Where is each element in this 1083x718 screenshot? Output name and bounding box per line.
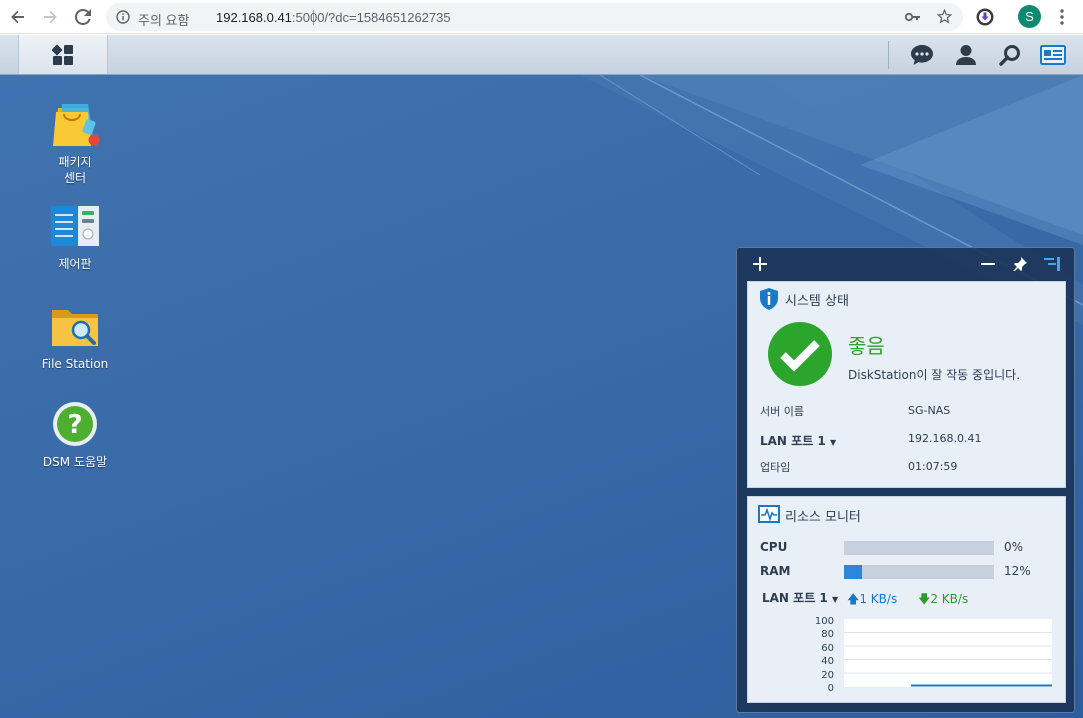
- lan-port-dropdown[interactable]: LAN 포트 1 ▼: [760, 432, 836, 449]
- chat-bubble-icon: [911, 45, 933, 65]
- dsm-taskbar: [0, 35, 1083, 75]
- download-arrow-icon: 🡇: [918, 592, 931, 606]
- file-station-shortcut[interactable]: File Station: [25, 302, 125, 372]
- caret-down-icon: ▼: [829, 438, 837, 447]
- download-rate: 🡇2 KB/s: [918, 592, 969, 606]
- star-icon[interactable]: [937, 9, 952, 24]
- ram-label: RAM: [760, 564, 791, 578]
- health-status-text: 좋음: [848, 334, 885, 358]
- resource-monitor-icon: [758, 505, 780, 523]
- dsm-help-label: DSM 도움말: [42, 455, 108, 469]
- resource-monitor-card: 리소스 모니터 CPU 0% RAM 12% LAN 포트 1 ▼ 🡅1 KB/…: [747, 496, 1066, 703]
- ram-usage-value: 12%: [1004, 564, 1031, 578]
- cpu-usage-value: 0%: [1004, 540, 1024, 554]
- system-health-card: 시스템 상태 좋음 DiskStation이 잘 작동 중입니다. 서버 이름 …: [747, 281, 1066, 488]
- layout-icon: [1044, 257, 1060, 271]
- info-icon: [116, 10, 130, 24]
- package-center-shortcut[interactable]: 패키지 센터: [25, 100, 125, 186]
- uptime-label: 업타임: [760, 461, 791, 474]
- browser-toolbar: 주의 요함 192.168.0.41:5000/?dc=158465126273…: [0, 0, 1083, 34]
- user-icon: [956, 45, 976, 65]
- chart-tick: 20: [821, 670, 834, 681]
- upload-arrow-icon: 🡅: [847, 592, 860, 606]
- reload-icon: [75, 9, 91, 25]
- minimize-widget-button[interactable]: [978, 254, 998, 274]
- ram-usage-fill: [844, 565, 862, 579]
- package-center-icon: [50, 100, 100, 150]
- network-chart-plot: [844, 619, 1052, 687]
- add-widget-button[interactable]: [750, 254, 770, 274]
- lan-ip-value: 192.168.0.41: [908, 432, 982, 445]
- notifications-button[interactable]: [909, 42, 935, 68]
- dsm-help-shortcut[interactable]: ? DSM 도움말: [25, 400, 125, 470]
- kebab-menu-icon[interactable]: [1057, 8, 1067, 26]
- chart-tick: 0: [827, 683, 834, 694]
- url-text: 192.168.0.41:5000/?dc=1584651262735: [216, 10, 451, 25]
- minus-icon: [981, 263, 995, 265]
- widget-layout-button[interactable]: [1042, 254, 1062, 274]
- main-menu-icon: [52, 43, 73, 65]
- search-icon: [999, 45, 1020, 66]
- uptime-value: 01:07:59: [908, 460, 958, 473]
- forward-button[interactable]: [39, 6, 61, 28]
- widget-panel: 시스템 상태 좋음 DiskStation이 잘 작동 중입니다. 서버 이름 …: [736, 247, 1075, 713]
- chart-tick: 80: [821, 629, 834, 640]
- plus-icon: [753, 257, 767, 271]
- chart-tick: 40: [821, 656, 834, 667]
- chart-tick: 100: [814, 616, 834, 627]
- system-health-title: 시스템 상태: [785, 294, 849, 309]
- key-icon[interactable]: [905, 11, 921, 23]
- control-panel-label: 제어판: [58, 257, 92, 271]
- widgets-button[interactable]: [1040, 42, 1066, 68]
- forward-arrow-icon: [44, 10, 57, 24]
- widgets-icon: [1040, 45, 1066, 65]
- url-path: :5000/?dc=1584651262735: [291, 10, 451, 25]
- upload-rate: 🡅1 KB/s: [847, 592, 898, 606]
- address-bar[interactable]: 주의 요함 192.168.0.41:5000/?dc=158465126273…: [106, 3, 963, 31]
- shield-info-icon: [760, 288, 778, 310]
- resource-monitor-title: 리소스 모니터: [785, 510, 861, 525]
- svg-text:?: ?: [67, 410, 82, 440]
- search-button[interactable]: [997, 42, 1023, 68]
- url-host: 192.168.0.41: [216, 10, 292, 25]
- taskbar-divider: [888, 41, 889, 69]
- back-arrow-icon: [11, 10, 24, 24]
- main-menu-button[interactable]: [18, 35, 108, 74]
- reload-button[interactable]: [72, 6, 94, 28]
- back-button[interactable]: [7, 6, 29, 28]
- control-panel-icon: [50, 202, 100, 252]
- help-icon: ?: [50, 400, 100, 450]
- file-station-icon: [50, 302, 100, 352]
- network-chart: 100 80 60 40 20 0: [748, 615, 1067, 695]
- status-check-icon: [768, 322, 832, 386]
- health-message: DiskStation이 잘 작동 중입니다.: [848, 368, 1021, 382]
- user-options-button[interactable]: [953, 42, 979, 68]
- cpu-label: CPU: [760, 540, 788, 554]
- extension-download-icon[interactable]: [976, 8, 994, 26]
- server-name-value: SG-NAS: [908, 404, 951, 417]
- cpu-usage-bar: [844, 541, 994, 555]
- package-center-label: 패키지 센터: [58, 155, 92, 185]
- pin-icon: [1013, 257, 1027, 271]
- caret-down-icon: ▼: [831, 595, 839, 604]
- pin-widget-button[interactable]: [1010, 254, 1030, 274]
- chart-tick: 60: [821, 643, 834, 654]
- ram-usage-bar: [844, 565, 994, 579]
- lan-port-monitor-dropdown[interactable]: LAN 포트 1 ▼: [762, 589, 838, 606]
- control-panel-shortcut[interactable]: 제어판: [25, 202, 125, 272]
- profile-avatar[interactable]: S: [1018, 5, 1041, 28]
- file-station-label: File Station: [41, 357, 109, 371]
- security-label: 주의 요함: [138, 13, 190, 28]
- server-name-label: 서버 이름: [760, 405, 804, 418]
